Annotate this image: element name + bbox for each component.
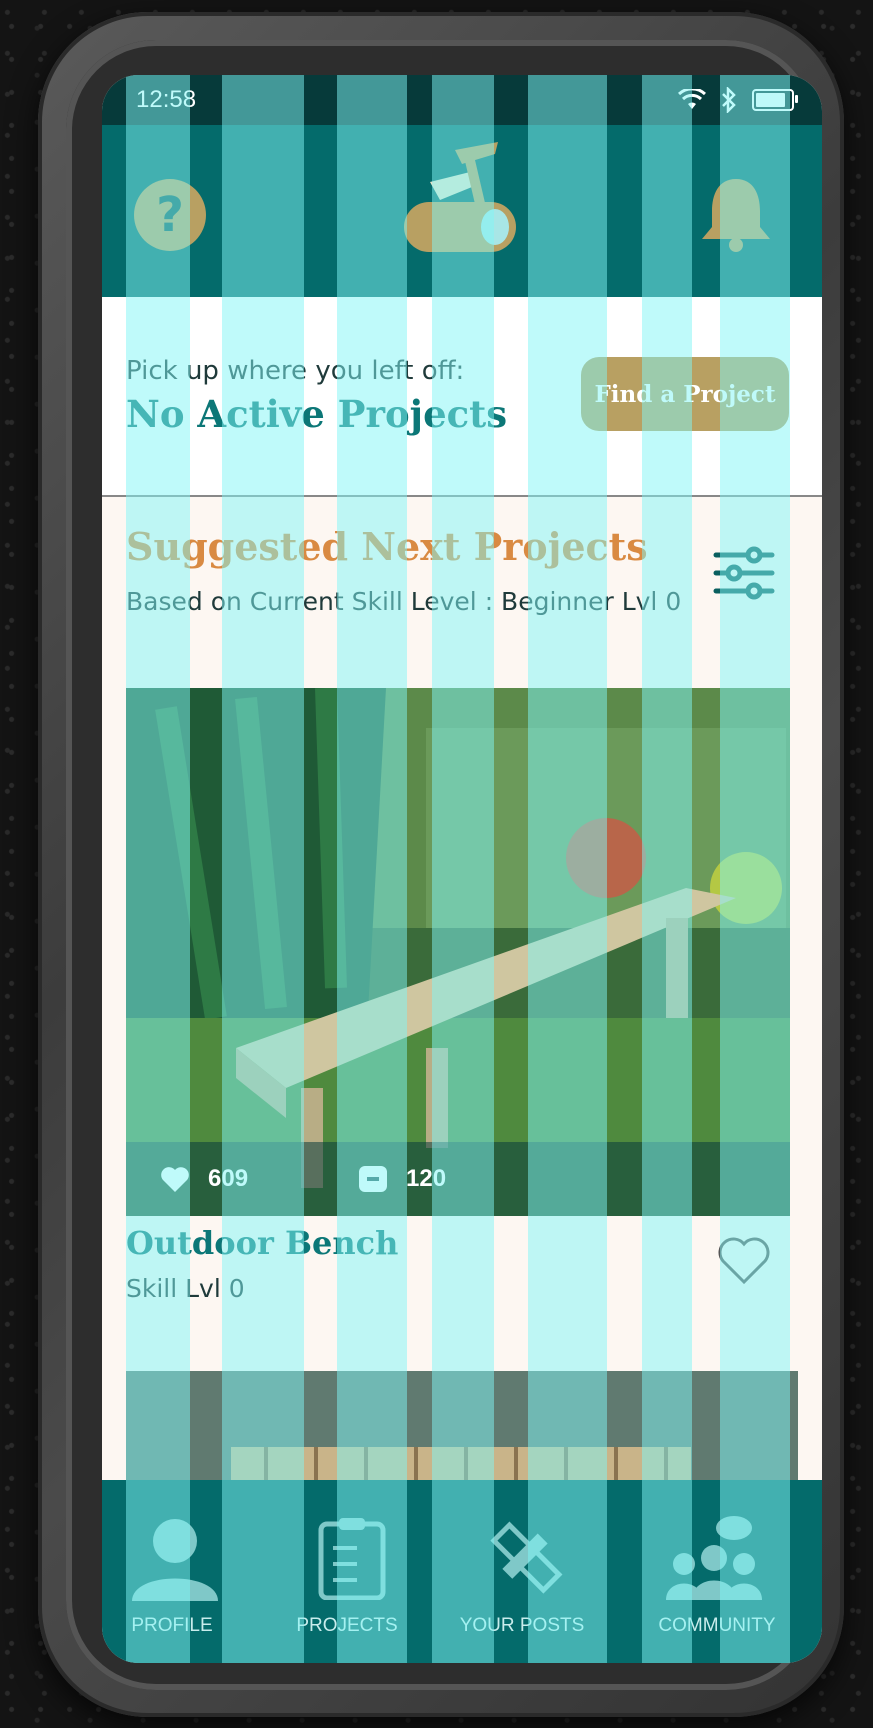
help-button[interactable]: ? (134, 179, 206, 251)
active-project-title: No Active Projects (126, 392, 508, 436)
notifications-bell-icon[interactable] (700, 175, 772, 255)
project-image-outdoor-bench[interactable] (126, 688, 790, 1216)
comments-count: 120 (406, 1165, 447, 1192)
person-icon (132, 1519, 218, 1601)
nav-label-your-posts: YOUR POSTS (459, 1615, 585, 1636)
nav-projects[interactable]: PROJECTS (277, 1480, 417, 1650)
likes-stat[interactable]: 609 (160, 1165, 248, 1193)
project-stats-bar: 609 120 (126, 1142, 790, 1216)
pencil-ruler-icon (490, 1521, 563, 1594)
filter-sliders-icon[interactable] (712, 545, 776, 605)
comments-stat[interactable]: 120 (358, 1165, 446, 1193)
project-image-next[interactable] (126, 1371, 798, 1481)
nav-label-profile: PROFILE (131, 1615, 213, 1636)
question-icon: ? (156, 187, 184, 243)
suggested-title: Suggested Next Projects (126, 524, 648, 569)
nav-label-projects: PROJECTS (296, 1615, 398, 1636)
project-skill-level: Skill Lvl 0 (126, 1274, 245, 1303)
nav-label-community: COMMUNITY (658, 1615, 776, 1636)
suggested-subtitle: Based on Current Skill Level : Beginner … (126, 587, 682, 616)
bottom-navigation: PROFILE PROJECTS YOUR POSTS COMMUNITY (102, 1480, 822, 1663)
likes-count: 609 (208, 1165, 249, 1192)
nav-profile[interactable]: PROFILE (102, 1480, 242, 1650)
comment-icon (359, 1166, 388, 1192)
clipboard-icon (318, 1518, 386, 1600)
favorite-heart-outline-icon[interactable] (717, 1236, 771, 1286)
axe-log-logo (404, 142, 516, 252)
find-project-button[interactable]: Find a Project (581, 357, 789, 431)
nav-your-posts[interactable]: YOUR POSTS (442, 1480, 602, 1650)
active-project-label: Pick up where you left off: (126, 356, 465, 386)
nav-community[interactable]: COMMUNITY (622, 1480, 812, 1650)
project-title[interactable]: Outdoor Bench (126, 1224, 398, 1262)
heart-icon (161, 1167, 189, 1192)
community-icon (666, 1516, 762, 1600)
